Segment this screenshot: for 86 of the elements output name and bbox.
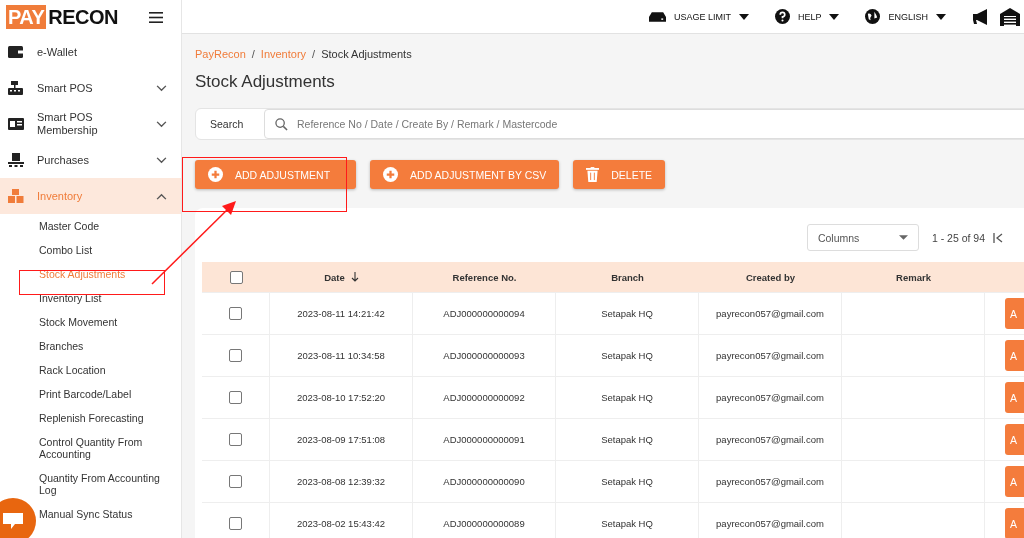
table-cell: ADJ000000000091 — [443, 434, 525, 445]
submenu-item[interactable]: Manual Sync Status — [39, 502, 133, 526]
submenu-item[interactable]: Master Code — [39, 214, 100, 238]
globe-icon — [865, 9, 881, 24]
search-label: Search — [210, 118, 245, 130]
logo-mark: PAY — [6, 5, 47, 29]
menu-icon[interactable] — [149, 11, 163, 23]
table-cell: 2023-08-11 14:21:42 — [297, 308, 385, 319]
sidebar-item[interactable]: Smart POS Membership — [0, 106, 181, 142]
table-cell: 2023-08-02 15:43:42 — [296, 518, 386, 529]
top-menu[interactable]: ENGLISH — [865, 9, 946, 24]
page-title: Stock Adjustments — [195, 72, 336, 92]
search-icon — [275, 117, 288, 131]
submenu-item[interactable]: Combo List — [39, 238, 93, 262]
table-cell: 2023-08-10 17:52:20 — [296, 392, 386, 403]
table-cell: Setapak HQ — [601, 434, 653, 445]
column-header[interactable]: Reference No. — [452, 271, 517, 283]
first-page-icon[interactable] — [993, 232, 1003, 243]
plus-circle-icon — [383, 167, 399, 182]
submenu-item[interactable]: Control Quantity From Accounting — [39, 430, 175, 466]
table-cell: payrecon057@gmail.com — [716, 476, 824, 487]
submenu-item[interactable]: Replenish Forecasting — [39, 406, 144, 430]
table-cell: ADJ000000000089 — [443, 518, 525, 529]
table-cell: payrecon057@gmail.com — [716, 350, 824, 361]
column-header[interactable]: Remark — [896, 271, 931, 283]
table-cell: Setapak HQ — [601, 350, 653, 361]
cash-register-icon — [7, 80, 25, 96]
checkbox[interactable] — [229, 307, 242, 320]
boxes-icon — [7, 188, 25, 204]
submenu-item[interactable]: Rack Location — [39, 358, 106, 382]
hard-drive-icon — [648, 11, 666, 22]
trash-icon — [586, 167, 600, 182]
help-icon — [774, 9, 790, 24]
pallet-icon — [7, 152, 25, 168]
sidebar-item[interactable]: Purchases — [0, 142, 181, 178]
id-card-icon — [7, 116, 25, 132]
chat-bubble-icon — [3, 513, 23, 529]
table-cell: 2023-08-11 10:34:58 — [297, 350, 385, 361]
caret-icon — [829, 13, 840, 20]
table-cell: Setapak HQ — [601, 518, 653, 529]
top-menu[interactable]: USAGE LIMIT — [648, 11, 749, 22]
caret-icon — [738, 13, 749, 20]
plus-circle-icon — [208, 167, 223, 182]
breadcrumb-item: Stock Adjustments — [321, 48, 412, 60]
warehouse-icon[interactable] — [1000, 7, 1020, 26]
checkbox[interactable] — [229, 349, 242, 362]
table-cell: Setapak HQ — [601, 476, 653, 487]
checkbox[interactable] — [229, 270, 243, 284]
submenu-item[interactable]: Print Barcode/Label — [39, 382, 132, 406]
table-cell: ADJ000000000090 — [443, 476, 525, 487]
table-cell: payrecon057@gmail.com — [716, 308, 824, 319]
wallet-icon — [7, 44, 25, 60]
table-cell: 2023-08-08 12:39:32 — [296, 476, 386, 487]
checkbox[interactable] — [229, 475, 242, 488]
table-cell: Setapak HQ — [601, 308, 653, 319]
submenu-item[interactable]: Branches — [39, 334, 84, 358]
caret-icon — [936, 13, 946, 20]
search-input[interactable]: Reference No / Date / Create By / Remark / Mastercode — [295, 117, 1024, 131]
submenu-item[interactable]: Stock Movement — [39, 310, 118, 334]
table-cell: ADJ000000000094 — [443, 308, 525, 319]
sort-down-icon[interactable] — [350, 272, 359, 282]
checkbox[interactable] — [229, 517, 242, 530]
top-menu[interactable]: HELP — [774, 9, 840, 24]
submenu-item[interactable]: Quantity From Accounting Log — [39, 466, 175, 502]
table-cell: 2023-08-09 17:51:08 — [296, 434, 386, 445]
table-cell: ADJ000000000093 — [443, 350, 525, 361]
table-cell: ADJ000000000092 — [443, 392, 525, 403]
columns-dropdown[interactable]: Columns — [806, 224, 919, 251]
table-cell: Setapak HQ — [601, 392, 653, 403]
megaphone-icon[interactable] — [972, 8, 990, 25]
breadcrumb-separator: / — [251, 48, 255, 60]
pagination-range: 1 - 25 of 94 — [931, 231, 985, 244]
caret-icon — [898, 235, 908, 240]
table-cell: payrecon057@gmail.com — [716, 392, 824, 403]
checkbox[interactable] — [229, 433, 242, 446]
checkbox[interactable] — [229, 391, 242, 404]
table-cell: payrecon057@gmail.com — [716, 518, 824, 529]
column-header[interactable]: Date — [324, 271, 345, 283]
sidebar-item[interactable]: Smart POS — [0, 70, 181, 106]
logo-text: RECON — [47, 6, 119, 28]
search-field[interactable]: Reference No / Date / Create By / Remark / Mastercode — [264, 109, 1024, 139]
breadcrumb-separator: / — [312, 48, 316, 60]
column-header[interactable]: Branch — [611, 271, 644, 283]
table-cell: payrecon057@gmail.com — [716, 434, 824, 445]
sidebar-item[interactable]: e-Wallet — [0, 34, 181, 70]
column-header[interactable]: Created by — [745, 271, 796, 283]
